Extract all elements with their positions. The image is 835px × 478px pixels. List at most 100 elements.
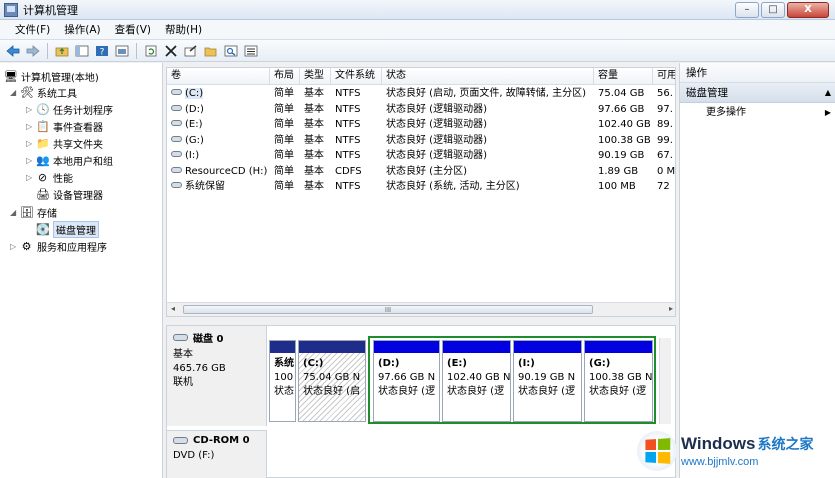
volume-name: (G:): [185, 134, 204, 146]
status-cell: 状态良好 (逻辑驱动器): [386, 103, 487, 115]
search-icon[interactable]: [222, 42, 240, 60]
menu-action[interactable]: 操作(A): [57, 22, 107, 37]
tree-item-device-manager[interactable]: 🖨 设备管理器: [26, 186, 103, 202]
help-icon[interactable]: ?: [93, 42, 111, 60]
tree-item-label: 计算机管理(本地): [21, 72, 99, 84]
tree-item-label: 磁盘管理: [53, 220, 99, 238]
back-arrow-icon[interactable]: [4, 42, 22, 60]
expand-icon[interactable]: ▷: [26, 139, 36, 148]
partition-c[interactable]: (C:) 75.04 GB N 状态良好 (启: [298, 340, 366, 422]
capacity-cell: 1.89 GB: [598, 165, 639, 177]
free-cell: 99.: [657, 134, 673, 146]
more-actions-item[interactable]: 更多操作 ▶: [680, 103, 835, 123]
properties-sheet-icon[interactable]: [182, 42, 200, 60]
table-row[interactable]: ResourceCD (H:) 简单 基本 CDFS 状态良好 (主分区) 1.…: [167, 164, 676, 180]
horizontal-scrollbar[interactable]: ◂ III ▸: [167, 302, 675, 316]
status-cell: 状态良好 (逻辑驱动器): [386, 119, 487, 130]
tree-item-shared-folders[interactable]: ▷ 📁 共享文件夹: [26, 135, 103, 151]
tree-item-task-scheduler[interactable]: ▷ 🕓 任务计划程序: [26, 101, 113, 117]
table-row[interactable]: (E:) 简单 基本 NTFS 状态良好 (逻辑驱动器) 102.40 GB 8…: [167, 117, 675, 133]
capacity-cell: 100.38 GB: [598, 134, 651, 146]
delete-icon[interactable]: [162, 42, 180, 60]
maximize-button[interactable]: □: [761, 2, 785, 18]
partition-info: 系统 100 状态: [270, 353, 295, 403]
volume-name-cell: (D:): [167, 102, 270, 117]
open-folder-icon[interactable]: [202, 42, 220, 60]
table-row[interactable]: (D:) 简单 基本 NTFS 状态良好 (逻辑驱动器) 97.66 GB 97…: [167, 102, 675, 118]
partition-status: 状态: [274, 386, 294, 397]
free-cell: 0 M: [657, 165, 676, 177]
forward-arrow-icon[interactable]: [24, 42, 42, 60]
watermark-brand: Windows 系统之家: [681, 434, 813, 454]
volume-name-cell: (I:): [167, 148, 270, 163]
storage-icon: 🗄: [20, 205, 34, 219]
status-cell: 状态良好 (逻辑驱动器): [386, 150, 487, 161]
column-header-status[interactable]: 状态: [382, 68, 594, 85]
actions-section-disk-management[interactable]: 磁盘管理 ▲: [680, 83, 835, 103]
table-row[interactable]: (C:) 简单 基本 NTFS 状态良好 (启动, 页面文件, 故障转储, 主分…: [167, 86, 675, 102]
partition-bar: [270, 341, 295, 353]
disk-0-label[interactable]: 磁盘 0 基本 465.76 GB 联机: [167, 326, 267, 426]
free-cell: 56.: [657, 88, 673, 99]
tree-item-local-users[interactable]: ▷ 👥 本地用户和组: [26, 152, 113, 168]
tree-item-storage[interactable]: ◢ 🗄 存储: [10, 204, 57, 220]
vertical-scrollbar[interactable]: [659, 338, 671, 424]
filesystem-cell: NTFS: [335, 150, 361, 161]
partition-status: 状态良好 (启: [303, 386, 361, 397]
refresh-icon[interactable]: [142, 42, 160, 60]
settings-icon[interactable]: [242, 42, 260, 60]
filesystem-cell: CDFS: [335, 165, 362, 177]
filesystem-cell: NTFS: [335, 103, 361, 115]
tree-item-performance[interactable]: ▷ ⊘ 性能: [26, 169, 73, 185]
folder-up-icon[interactable]: [53, 42, 71, 60]
window-title: 计算机管理: [23, 3, 78, 17]
table-row[interactable]: 系统保留 简单 基本 NTFS 状态良好 (系统, 活动, 主分区) 100 M…: [167, 179, 675, 195]
close-button[interactable]: X: [787, 2, 829, 18]
table-row[interactable]: (G:) 简单 基本 NTFS 状态良好 (逻辑驱动器) 100.38 GB 9…: [167, 133, 675, 149]
cdrom-0-label[interactable]: CD-ROM 0 DVD (F:): [167, 430, 267, 478]
scroll-left-icon[interactable]: ◂: [171, 304, 175, 313]
capacity-cell: 75.04 GB: [598, 88, 645, 99]
free-cell: 89.: [657, 119, 673, 130]
expand-icon[interactable]: ▷: [26, 122, 36, 131]
expand-icon[interactable]: ▷: [26, 156, 36, 165]
tools-icon: 🛠: [20, 85, 34, 99]
column-header-filesystem[interactable]: 文件系统: [331, 68, 382, 85]
volume-name-cell: (C:): [167, 86, 270, 101]
expand-icon[interactable]: ▷: [26, 105, 36, 114]
column-header-capacity[interactable]: 容量: [594, 68, 653, 85]
table-row[interactable]: (I:) 简单 基本 NTFS 状态良好 (逻辑驱动器) 90.19 GB 67…: [167, 148, 675, 164]
menu-file[interactable]: 文件(F): [8, 22, 57, 37]
menu-view[interactable]: 查看(V): [108, 22, 158, 37]
scroll-right-icon[interactable]: ▸: [669, 304, 673, 313]
tree-item-disk-management[interactable]: 💽 磁盘管理: [26, 220, 99, 238]
scrollbar-thumb[interactable]: III: [183, 305, 593, 314]
expand-icon[interactable]: ▷: [26, 173, 36, 182]
column-header-free[interactable]: 可用: [653, 68, 675, 85]
shared-folder-icon: 📁: [36, 136, 50, 150]
cd-drive-icon: [173, 437, 188, 444]
menu-help[interactable]: 帮助(H): [158, 22, 209, 37]
volume-name: (E:): [185, 119, 203, 130]
drive-icon: [171, 135, 182, 142]
volume-name: (C:): [185, 88, 204, 99]
tree-item-event-viewer[interactable]: ▷ 📋 事件查看器: [26, 118, 103, 134]
expand-icon[interactable]: ▷: [10, 242, 20, 251]
collapse-icon[interactable]: ◢: [10, 88, 20, 97]
watermark-brand-cn: 系统之家: [757, 436, 814, 452]
column-header-layout[interactable]: 布局: [270, 68, 300, 85]
tree-item-services-apps[interactable]: ▷ ⚙ 服务和应用程序: [10, 238, 107, 254]
filesystem-cell: NTFS: [335, 134, 361, 146]
collapse-icon[interactable]: ◢: [10, 208, 20, 217]
device-manager-icon: 🖨: [36, 187, 50, 201]
minimize-button[interactable]: –: [735, 2, 759, 18]
tree-item-computer-management[interactable]: 🖥 计算机管理(本地): [4, 68, 99, 84]
partition-system-reserved[interactable]: 系统 100 状态: [269, 340, 296, 422]
tree-item-label: 服务和应用程序: [37, 242, 107, 254]
column-header-volume[interactable]: 卷: [167, 68, 270, 85]
column-header-type[interactable]: 类型: [300, 68, 331, 85]
collapse-icon[interactable]: ▲: [825, 83, 831, 103]
properties-icon[interactable]: [113, 42, 131, 60]
console-tree-icon[interactable]: [73, 42, 91, 60]
tree-item-system-tools[interactable]: ◢ 🛠 系统工具: [10, 84, 77, 100]
